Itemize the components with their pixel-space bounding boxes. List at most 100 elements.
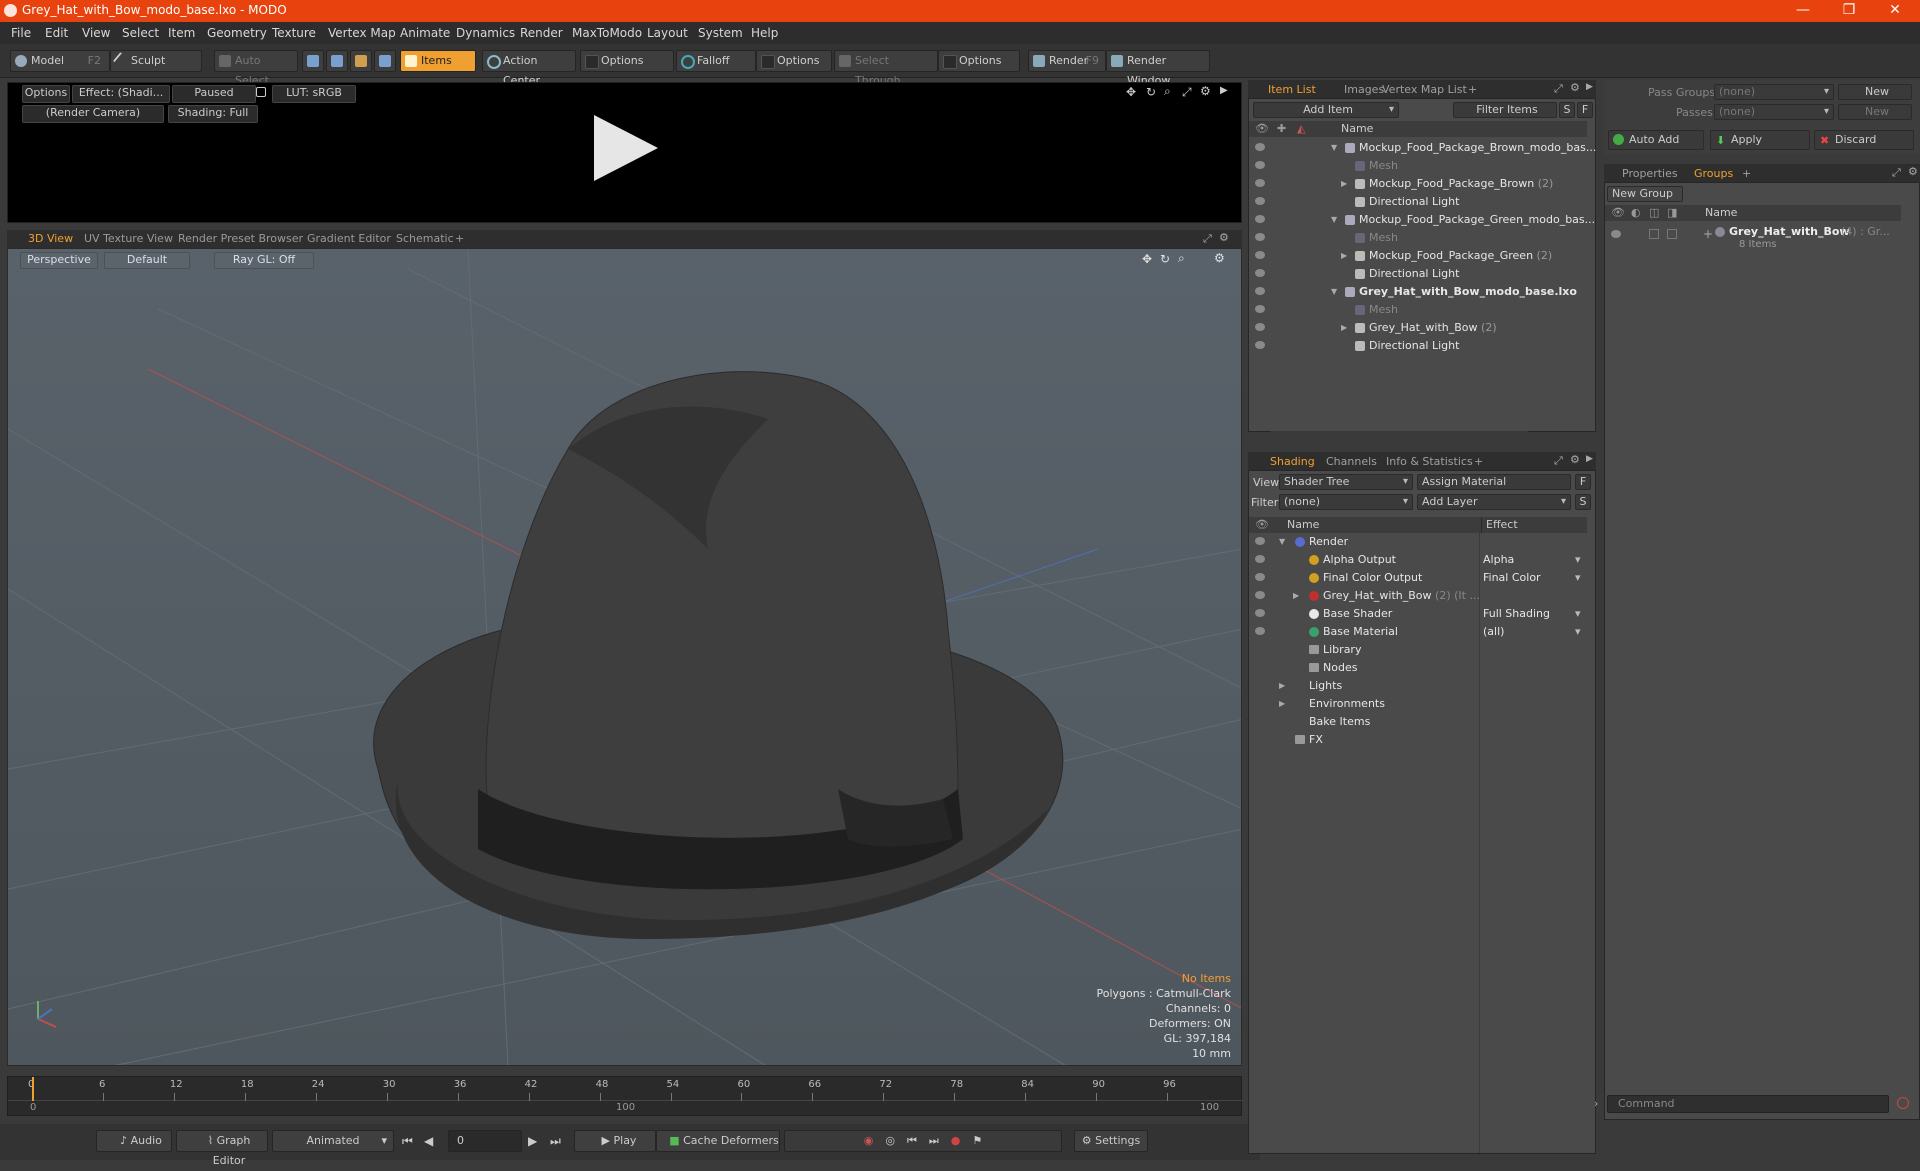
expand-arrow-icon[interactable]: ▶ xyxy=(1279,677,1285,695)
step-back-icon[interactable]: ◀ xyxy=(424,1134,433,1148)
raygl-dropdown[interactable]: Ray GL: Off xyxy=(214,252,314,269)
menu-system[interactable]: System xyxy=(698,26,743,40)
shader-row[interactable]: Final Color Output Final Color ▾ xyxy=(1249,569,1587,587)
maximize-icon[interactable]: ⤢ xyxy=(1203,232,1212,246)
graph-editor-button[interactable]: ⌇ Graph Editor xyxy=(176,1130,268,1167)
menu-file[interactable]: File xyxy=(11,26,31,40)
key-icon[interactable]: ◉ xyxy=(864,1134,874,1147)
play-icon[interactable] xyxy=(594,115,658,181)
animated-dropdown[interactable]: Animated ▾ xyxy=(272,1130,394,1152)
zoom-icon[interactable]: ⌕ xyxy=(1178,251,1185,266)
shading-s-button[interactable]: S xyxy=(1575,494,1591,510)
expand-arrow-icon[interactable]: ▶ xyxy=(1586,82,1593,92)
expand-arrow-icon[interactable]: ▶ xyxy=(1341,319,1347,337)
model-mode-button[interactable]: Model F2 xyxy=(10,50,110,72)
maximize-icon[interactable]: ⤢ xyxy=(1182,85,1192,100)
add-layer-dropdown[interactable]: Add Layer xyxy=(1417,494,1571,510)
shader-row[interactable]: FX xyxy=(1249,731,1587,749)
visibility-eye-icon[interactable] xyxy=(1255,215,1265,223)
camera-dropdown[interactable]: (Render Camera) xyxy=(22,105,164,123)
menu-maxtomodo[interactable]: MaxToModo xyxy=(572,26,642,40)
rotate-icon[interactable]: ↻ xyxy=(1146,85,1156,99)
group-row[interactable]: + Grey_Hat_with_Bow (4) : Gr... 8 Items xyxy=(1605,223,1901,253)
checkbox-icon[interactable] xyxy=(1649,229,1659,239)
item-row[interactable]: Mesh xyxy=(1249,157,1587,175)
cache-deformers-button[interactable]: ■ Cache Deformers xyxy=(656,1130,780,1152)
gear-icon[interactable]: ⚙ xyxy=(1908,165,1918,178)
close-button[interactable]: ✕ xyxy=(1872,0,1918,22)
command-input[interactable]: › Command xyxy=(1594,1095,1889,1113)
default-style-dropdown[interactable]: Default xyxy=(104,252,190,269)
expand-plus-icon[interactable]: + xyxy=(1703,227,1713,241)
menu-animate[interactable]: Animate xyxy=(400,26,450,40)
prev-key-icon[interactable]: ⏮ xyxy=(907,1134,917,1147)
shader-row[interactable]: ▶ Lights xyxy=(1249,677,1587,695)
visibility-eye-icon[interactable] xyxy=(1255,197,1265,205)
apply-button[interactable]: ⬇ Apply xyxy=(1710,130,1810,150)
visibility-eye-icon[interactable] xyxy=(1255,287,1265,295)
auto-add-button[interactable]: Auto Add xyxy=(1608,130,1704,150)
preview-paused-button[interactable]: Paused xyxy=(172,85,256,103)
preview-options-button[interactable]: Options xyxy=(22,85,70,103)
filter-items-input[interactable]: Filter Items xyxy=(1453,102,1557,118)
render-button[interactable]: Render F9 xyxy=(1028,50,1106,72)
expand-arrow-icon[interactable]: ▶ xyxy=(1293,587,1299,605)
item-list-scrollbar[interactable] xyxy=(1269,431,1529,439)
item-row[interactable]: ▼ Mockup_Food_Package_Brown_modo_bas... xyxy=(1249,139,1596,157)
tab-vertex-map-list[interactable]: Vertex Map List xyxy=(1382,83,1467,96)
frame-input[interactable]: 0 xyxy=(448,1130,522,1152)
shader-row[interactable]: ▶ Environments xyxy=(1249,695,1587,713)
visibility-eye-icon[interactable] xyxy=(1255,537,1265,545)
tab-shading[interactable]: Shading xyxy=(1270,455,1315,468)
expand-arrow-icon[interactable]: ▶ xyxy=(1220,85,1228,96)
item-row[interactable]: Directional Light xyxy=(1249,337,1587,355)
falloff-button[interactable]: Falloff xyxy=(676,50,756,72)
record-icon[interactable]: ● xyxy=(951,1134,961,1147)
tab-item-list[interactable]: Item List xyxy=(1268,83,1316,96)
visibility-eye-icon[interactable] xyxy=(1255,591,1265,599)
shading-dropdown[interactable]: Shading: Full xyxy=(168,105,258,123)
tab-3d-view[interactable]: 3D View xyxy=(28,232,73,245)
select-through-options-button[interactable]: Options xyxy=(938,50,1020,72)
minimize-button[interactable]: — xyxy=(1780,0,1826,22)
menu-dynamics[interactable]: Dynamics xyxy=(456,26,515,40)
lut-dropdown[interactable]: LUT: sRGB xyxy=(272,85,356,103)
visibility-eye-icon[interactable] xyxy=(1255,143,1265,151)
falloff-options-button[interactable]: Options xyxy=(756,50,832,72)
timeline[interactable]: 06121824303642485460667278849096 0 100 1… xyxy=(7,1076,1243,1116)
3d-viewport[interactable]: Perspective Default Ray GL: Off ✥ ↻ ⌕ ⚙ … xyxy=(7,248,1242,1066)
name-column-header[interactable]: Name xyxy=(1705,205,1737,221)
visibility-eye-icon[interactable] xyxy=(1255,305,1265,313)
shader-row[interactable]: Bake Items xyxy=(1249,713,1587,731)
tab-schematic[interactable]: Schematic xyxy=(396,232,454,245)
discard-button[interactable]: ✖ Discard xyxy=(1814,130,1914,150)
gear-icon[interactable]: ⚙ xyxy=(1214,251,1225,265)
visibility-eye-icon[interactable] xyxy=(1255,233,1265,241)
effect-column-header[interactable]: Effect xyxy=(1481,517,1518,533)
items-mode-button[interactable]: Items xyxy=(400,50,476,72)
rotate-icon[interactable]: ↻ xyxy=(1160,252,1170,266)
item-row[interactable]: Directional Light xyxy=(1249,265,1587,283)
filter-s-button[interactable]: S xyxy=(1559,102,1575,118)
restore-button[interactable]: ❐ xyxy=(1826,0,1872,22)
pass-groups-dropdown[interactable]: (none) xyxy=(1714,84,1834,100)
shader-row[interactable]: Alpha Output Alpha ▾ xyxy=(1249,551,1587,569)
play-button[interactable]: ▶ Play xyxy=(574,1130,656,1152)
audio-button[interactable]: ♪ Audio xyxy=(96,1130,172,1152)
shader-row[interactable]: Nodes xyxy=(1249,659,1587,677)
add-panel-tab-button[interactable]: + xyxy=(1742,167,1751,180)
menu-edit[interactable]: Edit xyxy=(45,26,68,40)
maximize-icon[interactable]: ⤢ xyxy=(1554,454,1563,468)
go-to-start-icon[interactable]: ⏮ xyxy=(402,1134,413,1149)
visibility-eye-icon[interactable] xyxy=(1255,323,1265,331)
chevron-down-icon[interactable]: ▾ xyxy=(1575,569,1581,587)
menu-layout[interactable]: Layout xyxy=(647,26,688,40)
zoom-icon[interactable]: ⌕ xyxy=(1164,84,1171,99)
filter-f-button[interactable]: F xyxy=(1577,102,1593,118)
shader-row[interactable]: Base Shader Full Shading ▾ xyxy=(1249,605,1587,623)
step-forward-icon[interactable]: ▶ xyxy=(528,1134,537,1148)
assign-material-input[interactable]: Assign Material xyxy=(1417,474,1571,490)
shader-row[interactable]: Library xyxy=(1249,641,1587,659)
visibility-eye-icon[interactable] xyxy=(1255,627,1265,635)
tab-gradient-editor[interactable]: Gradient Editor xyxy=(307,232,391,245)
